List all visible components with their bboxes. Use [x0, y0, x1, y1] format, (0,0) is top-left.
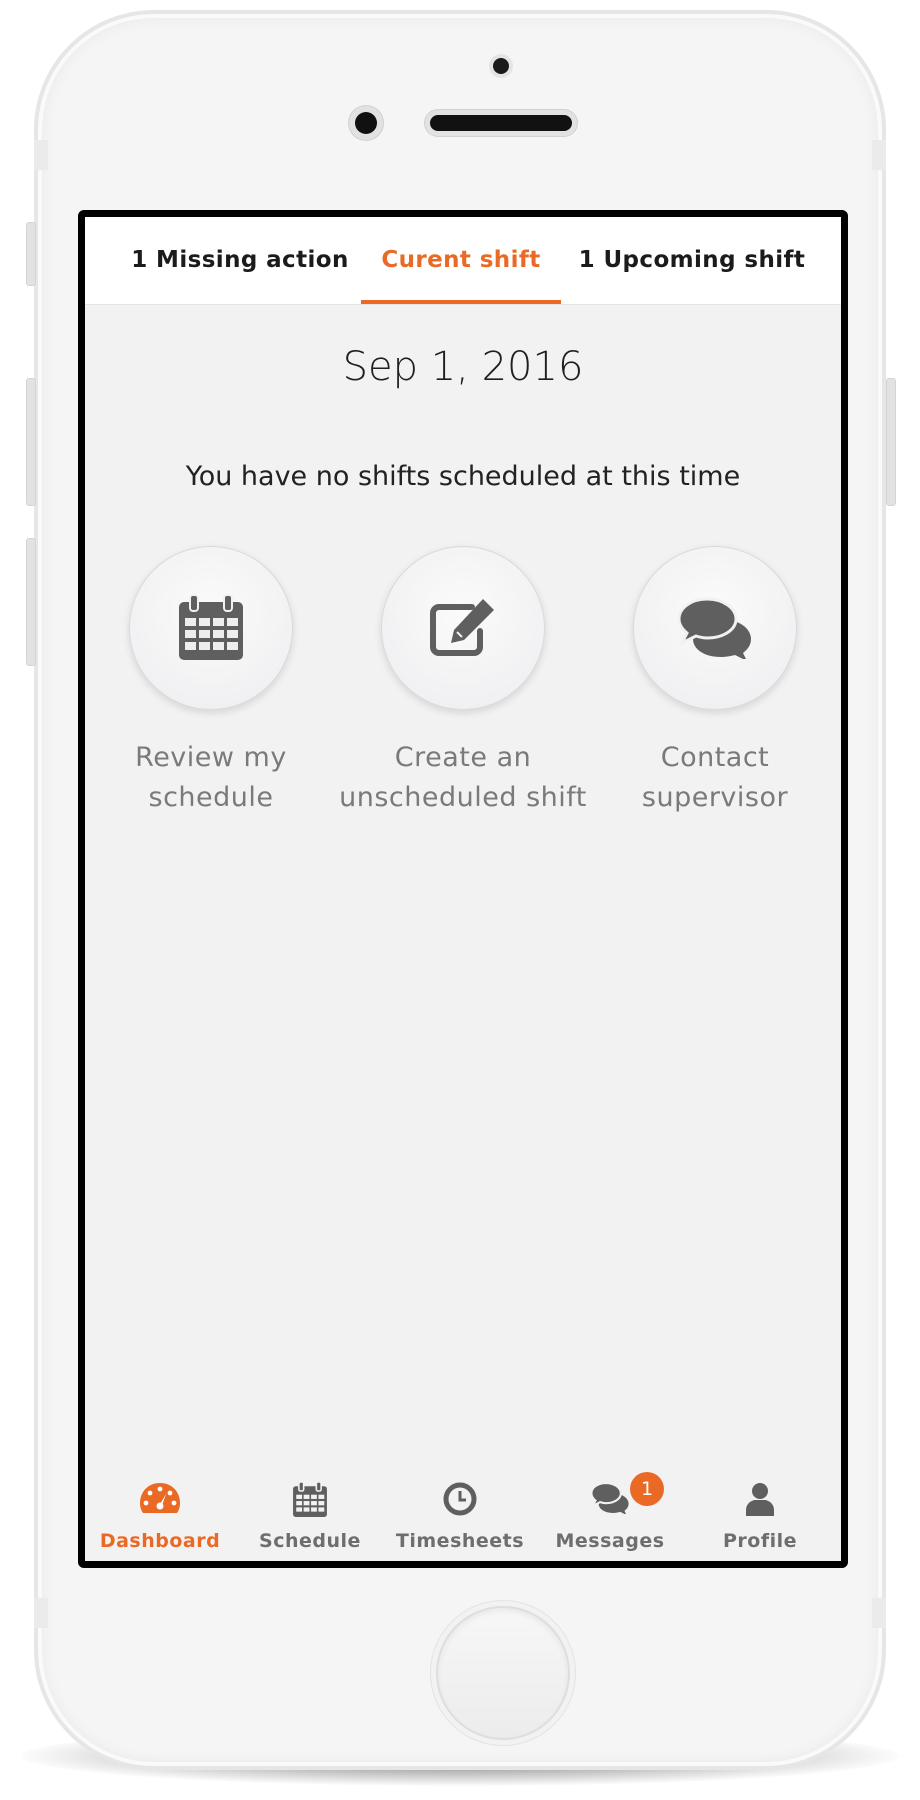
mute-switch[interactable] [26, 222, 36, 286]
contact-supervisor-action[interactable]: Contact supervisor [589, 546, 841, 818]
antenna-band [872, 140, 886, 170]
nav-timesheets-label: Timesheets [395, 1530, 525, 1552]
review-schedule-button[interactable] [129, 546, 293, 710]
volume-down-button[interactable] [26, 538, 36, 666]
no-shifts-message: You have no shifts scheduled at this tim… [185, 461, 741, 492]
nav-schedule-label: Schedule [259, 1530, 361, 1552]
top-sensor [493, 58, 509, 74]
clock-icon [443, 1482, 477, 1516]
nav-messages-label: Messages [555, 1530, 665, 1552]
chat-icon [677, 597, 751, 659]
nav-messages[interactable]: 1 Messages [535, 1472, 685, 1561]
power-button[interactable] [886, 378, 896, 506]
active-tab-indicator [361, 300, 561, 304]
person-icon [746, 1483, 774, 1516]
nav-profile-label: Profile [722, 1530, 798, 1552]
antenna-band [872, 1598, 886, 1628]
review-schedule-action[interactable]: Review my schedule [85, 546, 337, 818]
contact-supervisor-label: Contact supervisor [641, 742, 789, 813]
app-screen: 1 Missing action Curent shift 1 Upcoming… [78, 210, 848, 1568]
home-button[interactable] [436, 1606, 570, 1740]
edit-icon [430, 599, 494, 656]
nav-dashboard-label: Dashboard [99, 1530, 221, 1552]
calendar-icon [293, 1482, 327, 1517]
front-camera [355, 112, 377, 134]
tab-missing-action[interactable]: 1 Missing action [125, 217, 355, 304]
messages-badge: 1 [630, 1472, 664, 1506]
nav-schedule[interactable]: Schedule [235, 1472, 385, 1561]
tab-current-shift[interactable]: Curent shift [361, 217, 561, 304]
bottom-navigation: Dashboard Schedule Timesheets 1 Messages… [85, 1472, 841, 1561]
earpiece-speaker [430, 115, 572, 131]
review-schedule-label: Review my schedule [135, 742, 287, 813]
contact-supervisor-button[interactable] [633, 546, 797, 710]
shift-tabs: 1 Missing action Curent shift 1 Upcoming… [85, 217, 841, 305]
antenna-band [34, 1598, 48, 1628]
create-shift-button[interactable] [381, 546, 545, 710]
create-shift-label: Create an unscheduled shift [339, 742, 587, 813]
current-date: Sep 1, 2016 [342, 344, 584, 390]
calendar-icon [179, 594, 243, 660]
nav-timesheets[interactable]: Timesheets [385, 1472, 535, 1561]
create-shift-action[interactable]: Create an unscheduled shift [337, 546, 589, 818]
tab-upcoming-shift[interactable]: 1 Upcoming shift [567, 217, 817, 304]
dashboard-icon [140, 1483, 180, 1513]
volume-up-button[interactable] [26, 378, 36, 506]
nav-profile[interactable]: Profile [685, 1472, 835, 1561]
antenna-band [34, 140, 48, 170]
messages-icon [590, 1482, 629, 1514]
nav-dashboard[interactable]: Dashboard [85, 1472, 235, 1561]
